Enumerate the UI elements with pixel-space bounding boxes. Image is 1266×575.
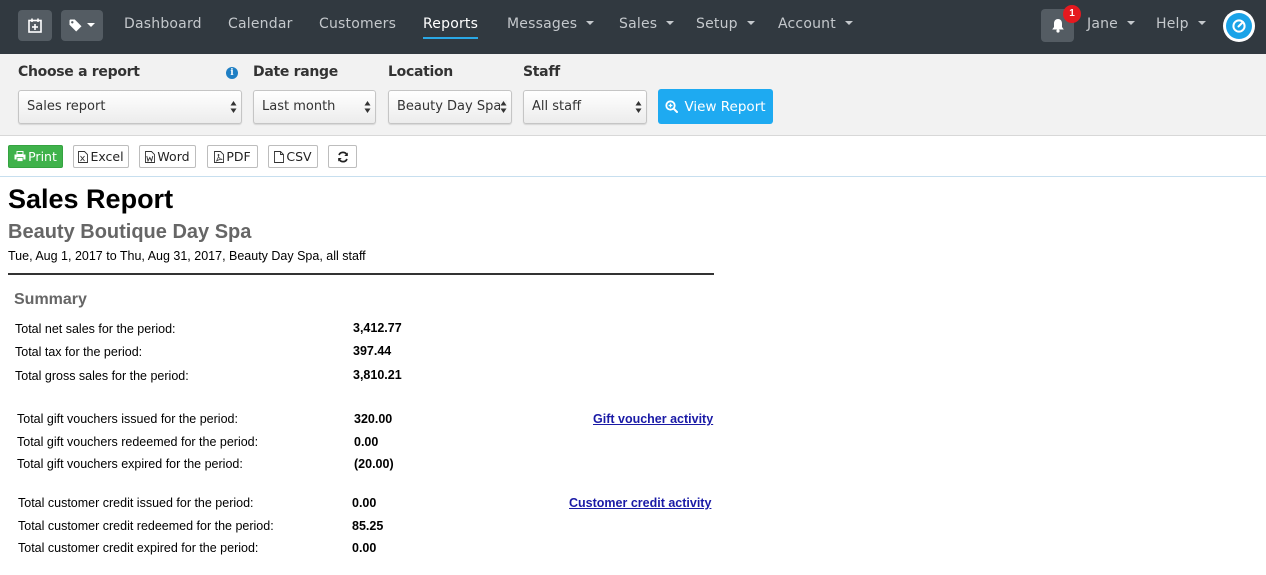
- gross-sales-label: Total gross sales for the period:: [15, 369, 189, 383]
- vouchers-issued-value: 320.00: [354, 412, 393, 426]
- nav-customers[interactable]: Customers: [319, 0, 396, 48]
- chevron-down-icon: [1197, 21, 1206, 25]
- chevron-down-icon: [586, 21, 595, 25]
- date-range-label: Date range: [253, 64, 338, 80]
- calendar-add-icon: [28, 18, 42, 33]
- excel-label: Excel: [90, 149, 124, 164]
- summary-heading: Summary: [14, 291, 87, 308]
- nav-reports[interactable]: Reports: [423, 0, 479, 48]
- select-arrows-icon: [500, 100, 507, 114]
- chevron-down-icon: [844, 21, 853, 25]
- excel-button[interactable]: Excel: [73, 145, 129, 168]
- nav-setup[interactable]: Setup: [696, 0, 755, 48]
- new-appointment-button[interactable]: [18, 10, 52, 41]
- select-arrows-icon: [230, 101, 237, 113]
- word-icon: [145, 150, 156, 163]
- csv-icon: [274, 150, 285, 163]
- word-button[interactable]: Word: [139, 145, 196, 168]
- view-report-button[interactable]: View Report: [658, 89, 773, 124]
- staff-label: Staff: [523, 64, 560, 80]
- credit-redeemed-value: 85.25: [352, 519, 384, 533]
- bell-icon: [1051, 19, 1064, 33]
- report-select-value: Sales report: [27, 99, 106, 114]
- excel-icon: [78, 150, 89, 163]
- vouchers-issued-label: Total gift vouchers issued for the perio…: [17, 412, 238, 426]
- chevron-down-icon: [746, 21, 755, 25]
- gross-sales-value: 3,810.21: [353, 368, 402, 382]
- date-range-value: Last month: [262, 99, 336, 114]
- print-label: Print: [28, 149, 57, 164]
- report-range: Tue, Aug 1, 2017 to Thu, Aug 31, 2017, B…: [8, 249, 366, 263]
- pdf-button[interactable]: PDF: [207, 145, 258, 168]
- quick-sale-button[interactable]: [61, 10, 103, 41]
- notification-badge: 1: [1063, 5, 1081, 23]
- location-select[interactable]: Beauty Day Spa: [388, 90, 512, 124]
- staff-value: All staff: [532, 99, 582, 114]
- select-arrows-icon: [635, 101, 642, 113]
- print-icon: [14, 151, 26, 162]
- staff-select[interactable]: All staff: [523, 90, 647, 124]
- refresh-button[interactable]: [328, 145, 357, 168]
- search-icon: [665, 100, 679, 113]
- csv-button[interactable]: CSV: [268, 145, 318, 168]
- refresh-icon: [337, 151, 348, 162]
- toolbar-divider: [0, 176, 1266, 177]
- credit-redeemed-label: Total customer credit redeemed for the p…: [18, 519, 274, 533]
- location-label: Location: [388, 64, 453, 80]
- business-name: Beauty Boutique Day Spa: [8, 221, 252, 243]
- report-select-label: Choose a report: [18, 64, 140, 80]
- credit-issued-label: Total customer credit issued for the per…: [18, 496, 254, 510]
- view-report-label: View Report: [684, 98, 766, 115]
- location-value: Beauty Day Spa: [397, 99, 502, 114]
- chevron-down-icon: [87, 22, 95, 27]
- info-icon[interactable]: i: [226, 67, 238, 79]
- chevron-down-icon: [666, 21, 675, 25]
- vouchers-redeemed-label: Total gift vouchers redeemed for the per…: [17, 435, 259, 449]
- help-menu[interactable]: Help: [1156, 0, 1206, 48]
- report-title: Sales Report: [8, 184, 174, 214]
- tax-value: 397.44: [353, 344, 392, 358]
- nav-calendar[interactable]: Calendar: [228, 0, 293, 48]
- app-logo[interactable]: [1223, 10, 1255, 42]
- user-menu[interactable]: Jane: [1087, 0, 1135, 48]
- chevron-down-icon: [1127, 21, 1135, 25]
- vouchers-redeemed-value: 0.00: [354, 435, 379, 449]
- tax-label: Total tax for the period:: [15, 345, 143, 359]
- nav-account[interactable]: Account: [778, 0, 853, 48]
- credit-expired-value: 0.00: [352, 541, 377, 555]
- vouchers-expired-label: Total gift vouchers expired for the peri…: [17, 457, 243, 471]
- date-range-select[interactable]: Last month: [253, 90, 376, 124]
- net-sales-value: 3,412.77: [353, 321, 402, 335]
- tag-icon: [69, 19, 82, 32]
- gift-voucher-activity-link[interactable]: Gift voucher activity: [593, 412, 713, 426]
- pdf-icon: [214, 150, 225, 163]
- select-arrows-icon: [364, 101, 371, 113]
- logo-icon: [1232, 19, 1246, 33]
- pdf-label: PDF: [226, 149, 251, 164]
- nav-dashboard[interactable]: Dashboard: [124, 0, 202, 48]
- credit-expired-label: Total customer credit expired for the pe…: [18, 541, 259, 555]
- top-navbar: Dashboard Calendar Customers Reports Mes…: [0, 0, 1266, 54]
- nav-messages[interactable]: Messages: [507, 0, 595, 48]
- report-divider: [8, 273, 714, 275]
- nav-sales[interactable]: Sales: [619, 0, 675, 48]
- active-tab-indicator: [423, 37, 479, 39]
- report-select[interactable]: Sales report: [18, 90, 242, 124]
- vouchers-expired-value: (20.00): [354, 457, 394, 471]
- customer-credit-activity-link[interactable]: Customer credit activity: [569, 496, 711, 510]
- print-button[interactable]: Print: [8, 145, 63, 168]
- word-label: Word: [157, 149, 190, 164]
- net-sales-label: Total net sales for the period:: [15, 322, 176, 336]
- csv-label: CSV: [286, 149, 312, 164]
- credit-issued-value: 0.00: [352, 496, 377, 510]
